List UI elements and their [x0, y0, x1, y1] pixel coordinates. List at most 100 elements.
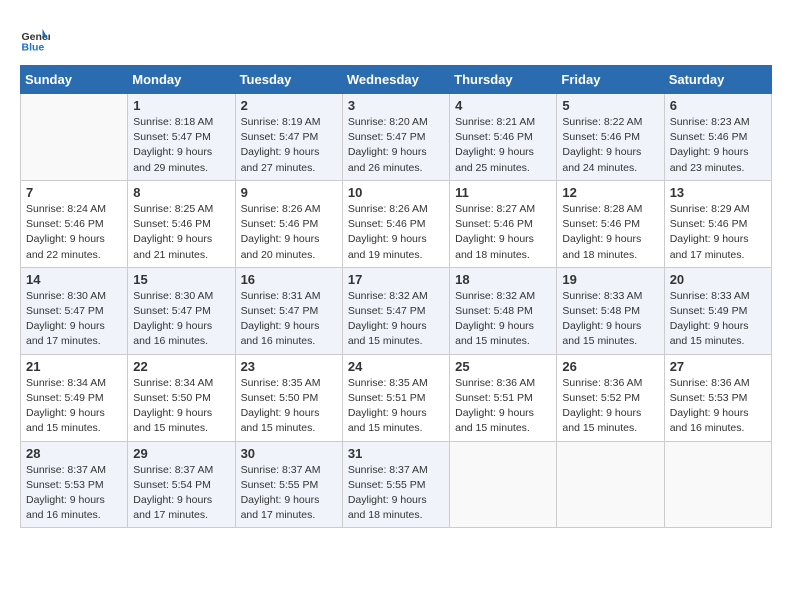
logo: General Blue	[20, 25, 56, 55]
day-number: 13	[670, 185, 766, 200]
calendar-cell: 11Sunrise: 8:27 AMSunset: 5:46 PMDayligh…	[450, 180, 557, 267]
day-number: 22	[133, 359, 229, 374]
calendar-cell: 21Sunrise: 8:34 AMSunset: 5:49 PMDayligh…	[21, 354, 128, 441]
calendar-cell: 27 Sunrise: 8:36 AMSunset: 5:53 PMDayligh…	[664, 354, 771, 441]
calendar-table: SundayMondayTuesdayWednesdayThursdayFrid…	[20, 65, 772, 528]
day-number: 27	[670, 359, 766, 374]
day-info: Sunrise: 8:28 AMSunset: 5:46 PMDaylight:…	[562, 202, 658, 263]
day-info: Sunrise: 8:32 AMSunset: 5:47 PMDaylight:…	[348, 289, 444, 350]
calendar-cell: 4Sunrise: 8:21 AMSunset: 5:46 PMDaylight…	[450, 94, 557, 181]
day-info: Sunrise: 8:34 AMSunset: 5:49 PMDaylight:…	[26, 376, 122, 437]
calendar-cell: 30 Sunrise: 8:37 AMSunset: 5:55 PMDayligh…	[235, 441, 342, 528]
calendar-cell: 18 Sunrise: 8:32 AMSunset: 5:48 PMDayligh…	[450, 267, 557, 354]
calendar-week-row: 28 Sunrise: 8:37 AMSunset: 5:53 PMDayligh…	[21, 441, 772, 528]
calendar-cell	[21, 94, 128, 181]
day-number: 14	[26, 272, 122, 287]
day-info: Sunrise: 8:36 AMSunset: 5:52 PMDaylight:…	[562, 376, 658, 437]
calendar-cell: 24Sunrise: 8:35 AMSunset: 5:51 PMDayligh…	[342, 354, 449, 441]
calendar-cell: 23 Sunrise: 8:35 AMSunset: 5:50 PMDayligh…	[235, 354, 342, 441]
day-info: Sunrise: 8:25 AMSunset: 5:46 PMDaylight:…	[133, 202, 229, 263]
day-number: 7	[26, 185, 122, 200]
day-info: Sunrise: 8:35 AMSunset: 5:50 PMDaylight:…	[241, 376, 337, 437]
calendar-cell: 8 Sunrise: 8:25 AMSunset: 5:46 PMDaylight…	[128, 180, 235, 267]
day-number: 3	[348, 98, 444, 113]
day-info: Sunrise: 8:26 AMSunset: 5:46 PMDaylight:…	[348, 202, 444, 263]
day-number: 15	[133, 272, 229, 287]
day-info: Sunrise: 8:22 AMSunset: 5:46 PMDaylight:…	[562, 115, 658, 176]
day-info: Sunrise: 8:19 AMSunset: 5:47 PMDaylight:…	[241, 115, 337, 176]
calendar-week-row: 21Sunrise: 8:34 AMSunset: 5:49 PMDayligh…	[21, 354, 772, 441]
calendar-cell	[664, 441, 771, 528]
day-info: Sunrise: 8:26 AMSunset: 5:46 PMDaylight:…	[241, 202, 337, 263]
day-number: 29	[133, 446, 229, 461]
calendar-cell: 17 Sunrise: 8:32 AMSunset: 5:47 PMDayligh…	[342, 267, 449, 354]
day-number: 9	[241, 185, 337, 200]
weekday-header: Sunday	[21, 66, 128, 94]
calendar-cell: 15 Sunrise: 8:30 AMSunset: 5:47 PMDayligh…	[128, 267, 235, 354]
calendar-week-row: 14 Sunrise: 8:30 AMSunset: 5:47 PMDayligh…	[21, 267, 772, 354]
day-number: 4	[455, 98, 551, 113]
day-info: Sunrise: 8:35 AMSunset: 5:51 PMDaylight:…	[348, 376, 444, 437]
calendar-cell	[557, 441, 664, 528]
page-header: General Blue	[20, 20, 772, 55]
logo-icon: General Blue	[20, 25, 50, 55]
day-info: Sunrise: 8:23 AMSunset: 5:46 PMDaylight:…	[670, 115, 766, 176]
day-number: 18	[455, 272, 551, 287]
day-number: 1	[133, 98, 229, 113]
day-info: Sunrise: 8:29 AMSunset: 5:46 PMDaylight:…	[670, 202, 766, 263]
calendar-week-row: 1 Sunrise: 8:18 AMSunset: 5:47 PMDaylight…	[21, 94, 772, 181]
calendar-cell: 2 Sunrise: 8:19 AMSunset: 5:47 PMDaylight…	[235, 94, 342, 181]
day-number: 16	[241, 272, 337, 287]
day-info: Sunrise: 8:36 AMSunset: 5:53 PMDaylight:…	[670, 376, 766, 437]
day-number: 12	[562, 185, 658, 200]
day-info: Sunrise: 8:37 AMSunset: 5:54 PMDaylight:…	[133, 463, 229, 524]
calendar-cell: 31Sunrise: 8:37 AMSunset: 5:55 PMDayligh…	[342, 441, 449, 528]
day-number: 10	[348, 185, 444, 200]
calendar-cell: 6Sunrise: 8:23 AMSunset: 5:46 PMDaylight…	[664, 94, 771, 181]
weekday-header-row: SundayMondayTuesdayWednesdayThursdayFrid…	[21, 66, 772, 94]
day-info: Sunrise: 8:24 AMSunset: 5:46 PMDaylight:…	[26, 202, 122, 263]
day-number: 23	[241, 359, 337, 374]
weekday-header: Monday	[128, 66, 235, 94]
calendar-cell: 1 Sunrise: 8:18 AMSunset: 5:47 PMDaylight…	[128, 94, 235, 181]
calendar-cell: 14Sunrise: 8:30 AMSunset: 5:47 PMDayligh…	[21, 267, 128, 354]
calendar-cell: 10 Sunrise: 8:26 AMSunset: 5:46 PMDayligh…	[342, 180, 449, 267]
calendar-cell: 7 Sunrise: 8:24 AMSunset: 5:46 PMDaylight…	[21, 180, 128, 267]
day-info: Sunrise: 8:18 AMSunset: 5:47 PMDaylight:…	[133, 115, 229, 176]
day-info: Sunrise: 8:33 AMSunset: 5:48 PMDaylight:…	[562, 289, 658, 350]
calendar-cell: 20 Sunrise: 8:33 AMSunset: 5:49 PMDayligh…	[664, 267, 771, 354]
day-number: 31	[348, 446, 444, 461]
weekday-header: Wednesday	[342, 66, 449, 94]
weekday-header: Friday	[557, 66, 664, 94]
day-number: 25	[455, 359, 551, 374]
day-info: Sunrise: 8:34 AMSunset: 5:50 PMDaylight:…	[133, 376, 229, 437]
calendar-cell: 9 Sunrise: 8:26 AMSunset: 5:46 PMDaylight…	[235, 180, 342, 267]
calendar-cell: 19Sunrise: 8:33 AMSunset: 5:48 PMDayligh…	[557, 267, 664, 354]
calendar-week-row: 7 Sunrise: 8:24 AMSunset: 5:46 PMDaylight…	[21, 180, 772, 267]
day-number: 8	[133, 185, 229, 200]
day-info: Sunrise: 8:37 AMSunset: 5:53 PMDaylight:…	[26, 463, 122, 524]
day-info: Sunrise: 8:20 AMSunset: 5:47 PMDaylight:…	[348, 115, 444, 176]
day-info: Sunrise: 8:33 AMSunset: 5:49 PMDaylight:…	[670, 289, 766, 350]
weekday-header: Saturday	[664, 66, 771, 94]
calendar-cell: 29 Sunrise: 8:37 AMSunset: 5:54 PMDayligh…	[128, 441, 235, 528]
day-info: Sunrise: 8:32 AMSunset: 5:48 PMDaylight:…	[455, 289, 551, 350]
svg-text:Blue: Blue	[22, 42, 45, 54]
calendar-cell: 16 Sunrise: 8:31 AMSunset: 5:47 PMDayligh…	[235, 267, 342, 354]
day-info: Sunrise: 8:30 AMSunset: 5:47 PMDaylight:…	[133, 289, 229, 350]
day-info: Sunrise: 8:37 AMSunset: 5:55 PMDaylight:…	[241, 463, 337, 524]
day-number: 28	[26, 446, 122, 461]
day-number: 2	[241, 98, 337, 113]
calendar-cell: 13 Sunrise: 8:29 AMSunset: 5:46 PMDayligh…	[664, 180, 771, 267]
day-number: 5	[562, 98, 658, 113]
day-number: 20	[670, 272, 766, 287]
day-number: 30	[241, 446, 337, 461]
day-number: 11	[455, 185, 551, 200]
day-number: 17	[348, 272, 444, 287]
weekday-header: Tuesday	[235, 66, 342, 94]
calendar-cell: 12 Sunrise: 8:28 AMSunset: 5:46 PMDayligh…	[557, 180, 664, 267]
calendar-cell: 25 Sunrise: 8:36 AMSunset: 5:51 PMDayligh…	[450, 354, 557, 441]
calendar-cell: 28 Sunrise: 8:37 AMSunset: 5:53 PMDayligh…	[21, 441, 128, 528]
day-info: Sunrise: 8:31 AMSunset: 5:47 PMDaylight:…	[241, 289, 337, 350]
day-info: Sunrise: 8:36 AMSunset: 5:51 PMDaylight:…	[455, 376, 551, 437]
